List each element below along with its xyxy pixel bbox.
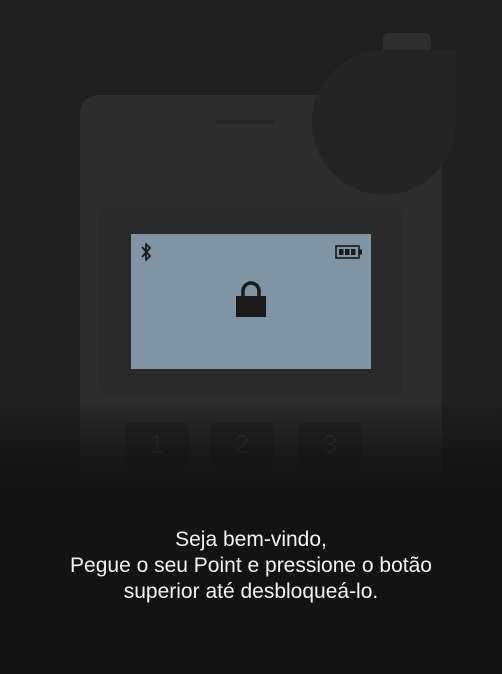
device-screen (131, 234, 371, 369)
bottom-fade-overlay (0, 400, 502, 515)
welcome-message: Seja bem-vindo, Pegue o seu Point e pres… (0, 527, 502, 605)
instruction-line-1: Pegue o seu Point e pressione o botão (70, 554, 432, 577)
device-round-cap (312, 50, 456, 195)
welcome-title: Seja bem-vindo, (175, 528, 327, 551)
battery-icon (335, 245, 362, 259)
lock-icon (236, 281, 266, 317)
bluetooth-icon (141, 243, 151, 261)
device-illustration: 1 2 3 (0, 0, 502, 515)
device-notch (215, 120, 275, 124)
instruction-line-2: superior até desbloqueá-lo. (123, 580, 379, 603)
